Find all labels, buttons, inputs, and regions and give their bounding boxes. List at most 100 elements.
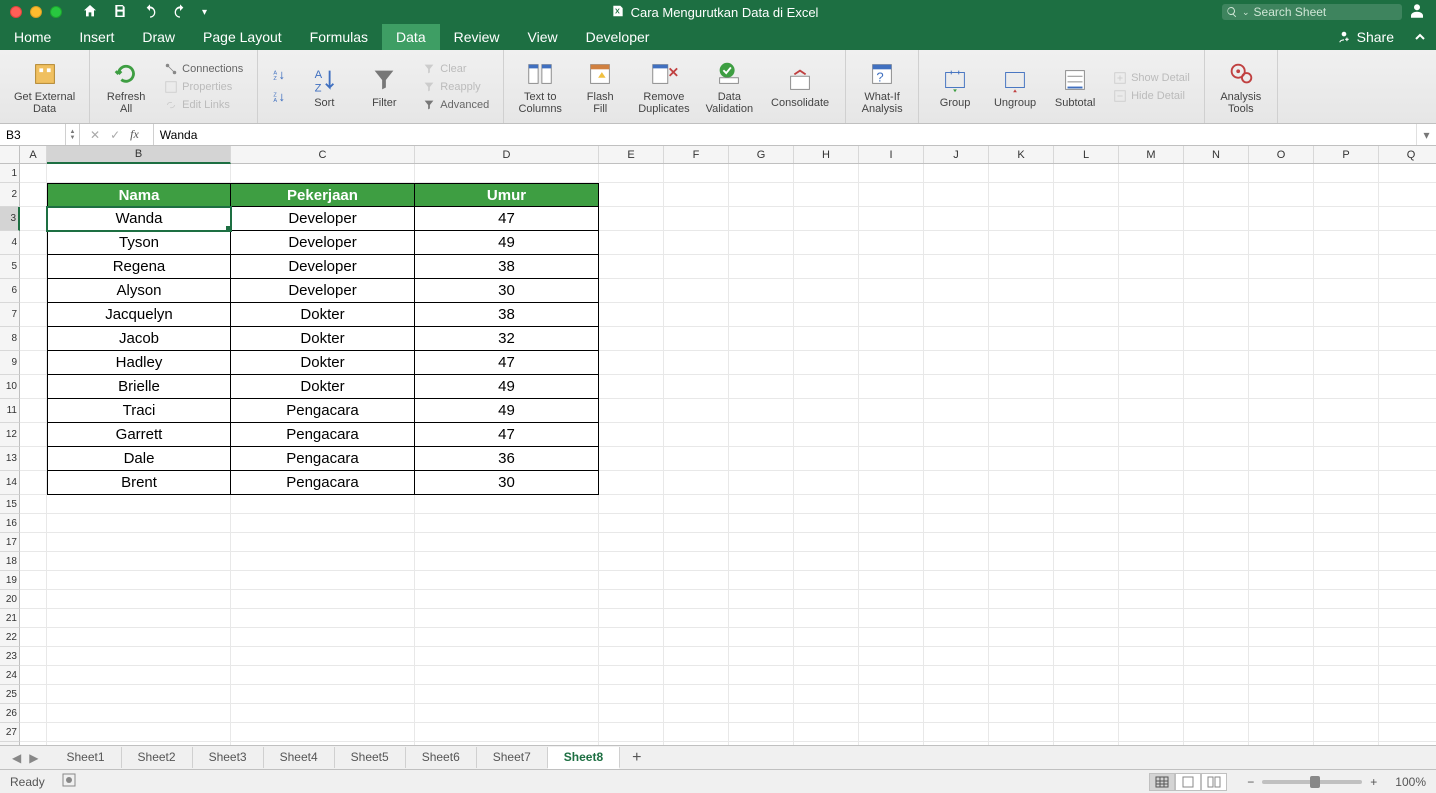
cell-C1[interactable] <box>231 164 415 183</box>
cell-A26[interactable] <box>20 704 47 723</box>
cell-P9[interactable] <box>1314 351 1379 375</box>
cell-C27[interactable] <box>231 723 415 742</box>
cell-B23[interactable] <box>47 647 231 666</box>
sheet-tab-sheet3[interactable]: Sheet3 <box>193 747 264 768</box>
cell-P11[interactable] <box>1314 399 1379 423</box>
cell-D1[interactable] <box>415 164 599 183</box>
row-header-21[interactable]: 21 <box>0 609 20 628</box>
filter-button[interactable]: Filter <box>358 63 410 111</box>
cell-H2[interactable] <box>794 183 859 207</box>
cell-A22[interactable] <box>20 628 47 647</box>
cell-E1[interactable] <box>599 164 664 183</box>
cell-D27[interactable] <box>415 723 599 742</box>
cell-A13[interactable] <box>20 447 47 471</box>
cell-H19[interactable] <box>794 571 859 590</box>
cell-I20[interactable] <box>859 590 924 609</box>
cell-B13[interactable]: Dale <box>47 447 231 471</box>
cell-J16[interactable] <box>924 514 989 533</box>
menu-tab-review[interactable]: Review <box>440 24 514 50</box>
cell-D21[interactable] <box>415 609 599 628</box>
cell-Q23[interactable] <box>1379 647 1436 666</box>
cell-O16[interactable] <box>1249 514 1314 533</box>
cell-Q21[interactable] <box>1379 609 1436 628</box>
cell-F26[interactable] <box>664 704 729 723</box>
cell-D18[interactable] <box>415 552 599 571</box>
cell-I3[interactable] <box>859 207 924 231</box>
cell-P13[interactable] <box>1314 447 1379 471</box>
cell-E10[interactable] <box>599 375 664 399</box>
cell-M4[interactable] <box>1119 231 1184 255</box>
cell-A20[interactable] <box>20 590 47 609</box>
cell-M24[interactable] <box>1119 666 1184 685</box>
cell-F15[interactable] <box>664 495 729 514</box>
row-header-7[interactable]: 7 <box>0 303 20 327</box>
cell-B5[interactable]: Regena <box>47 255 231 279</box>
cell-H11[interactable] <box>794 399 859 423</box>
cell-B1[interactable] <box>47 164 231 183</box>
cell-Q16[interactable] <box>1379 514 1436 533</box>
cell-E27[interactable] <box>599 723 664 742</box>
cell-H27[interactable] <box>794 723 859 742</box>
row-header-5[interactable]: 5 <box>0 255 20 279</box>
row-header-10[interactable]: 10 <box>0 375 20 399</box>
cell-N2[interactable] <box>1184 183 1249 207</box>
cell-D5[interactable]: 38 <box>415 255 599 279</box>
row-header-16[interactable]: 16 <box>0 514 20 533</box>
cell-E12[interactable] <box>599 423 664 447</box>
cell-B11[interactable]: Traci <box>47 399 231 423</box>
cell-L3[interactable] <box>1054 207 1119 231</box>
cell-P14[interactable] <box>1314 471 1379 495</box>
cell-H21[interactable] <box>794 609 859 628</box>
cell-O17[interactable] <box>1249 533 1314 552</box>
cell-O27[interactable] <box>1249 723 1314 742</box>
row-header-25[interactable]: 25 <box>0 685 20 704</box>
cell-B27[interactable] <box>47 723 231 742</box>
cell-H26[interactable] <box>794 704 859 723</box>
cell-I21[interactable] <box>859 609 924 628</box>
cell-D15[interactable] <box>415 495 599 514</box>
cell-G26[interactable] <box>729 704 794 723</box>
cell-I25[interactable] <box>859 685 924 704</box>
sheet-tab-sheet4[interactable]: Sheet4 <box>264 747 335 768</box>
consolidate-button[interactable]: Consolidate <box>765 63 835 111</box>
cell-D13[interactable]: 36 <box>415 447 599 471</box>
row-header-6[interactable]: 6 <box>0 279 20 303</box>
reapply-filter-button[interactable]: Reapply <box>418 79 493 95</box>
cell-O4[interactable] <box>1249 231 1314 255</box>
advanced-filter-button[interactable]: Advanced <box>418 97 493 113</box>
cell-E24[interactable] <box>599 666 664 685</box>
remove-duplicates-button[interactable]: Remove Duplicates <box>634 57 693 117</box>
cell-J1[interactable] <box>924 164 989 183</box>
cell-B19[interactable] <box>47 571 231 590</box>
cell-M22[interactable] <box>1119 628 1184 647</box>
cell-J8[interactable] <box>924 327 989 351</box>
cell-K25[interactable] <box>989 685 1054 704</box>
cell-O6[interactable] <box>1249 279 1314 303</box>
cell-E2[interactable] <box>599 183 664 207</box>
cell-C17[interactable] <box>231 533 415 552</box>
group-button[interactable]: Group <box>929 63 981 111</box>
cell-I24[interactable] <box>859 666 924 685</box>
menu-tab-view[interactable]: View <box>514 24 572 50</box>
cell-I23[interactable] <box>859 647 924 666</box>
cell-A18[interactable] <box>20 552 47 571</box>
cell-I22[interactable] <box>859 628 924 647</box>
undo-icon[interactable] <box>142 3 158 22</box>
cell-I7[interactable] <box>859 303 924 327</box>
sort-button[interactable]: AZ Sort <box>298 63 350 111</box>
row-header-8[interactable]: 8 <box>0 327 20 351</box>
cell-Q12[interactable] <box>1379 423 1436 447</box>
cell-C11[interactable]: Pengacara <box>231 399 415 423</box>
cell-B24[interactable] <box>47 666 231 685</box>
cell-M6[interactable] <box>1119 279 1184 303</box>
cell-H22[interactable] <box>794 628 859 647</box>
cell-F10[interactable] <box>664 375 729 399</box>
cell-F11[interactable] <box>664 399 729 423</box>
close-window-button[interactable] <box>10 6 22 18</box>
cell-N5[interactable] <box>1184 255 1249 279</box>
cell-Q6[interactable] <box>1379 279 1436 303</box>
cell-J25[interactable] <box>924 685 989 704</box>
cell-N7[interactable] <box>1184 303 1249 327</box>
cell-H13[interactable] <box>794 447 859 471</box>
cell-M26[interactable] <box>1119 704 1184 723</box>
